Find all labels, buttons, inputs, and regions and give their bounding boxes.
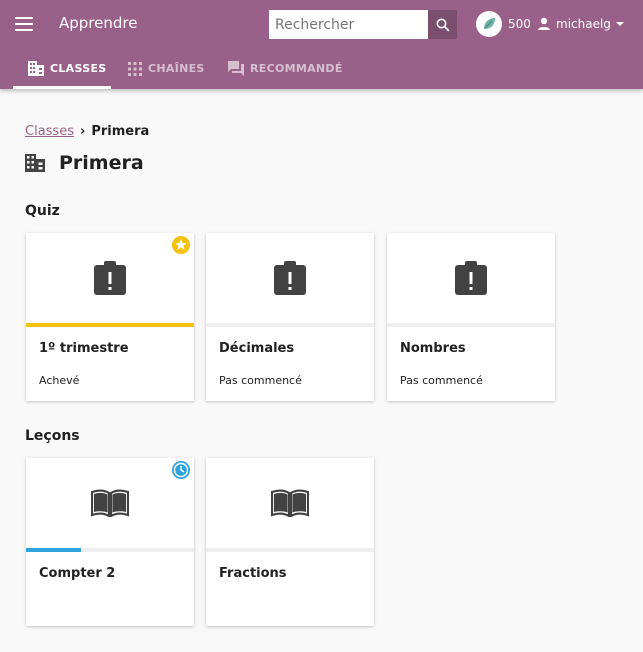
section-title-quiz: Quiz bbox=[25, 203, 60, 219]
points-badge[interactable] bbox=[476, 11, 502, 37]
tab-label: CHAÎNES bbox=[148, 62, 205, 75]
search-input[interactable] bbox=[269, 10, 428, 39]
menu-icon bbox=[15, 17, 33, 31]
building-icon bbox=[25, 154, 45, 172]
app-bar: Apprendre 500 michaelg CLASSES CHAÎNES R… bbox=[0, 0, 643, 89]
page-header: Primera bbox=[25, 152, 144, 174]
progress-bar bbox=[206, 323, 374, 327]
quiz-card[interactable]: 1º trimestre Achevé bbox=[26, 233, 194, 401]
card-thumbnail bbox=[387, 233, 555, 323]
page-title: Primera bbox=[59, 152, 144, 174]
breadcrumb-separator: › bbox=[79, 124, 86, 139]
quiz-icon bbox=[274, 261, 306, 295]
card-thumbnail bbox=[26, 458, 194, 548]
app-title: Apprendre bbox=[59, 14, 138, 32]
progress-fill bbox=[26, 323, 194, 327]
progress-bar bbox=[26, 323, 194, 327]
star-icon bbox=[172, 236, 190, 254]
card-title: 1º trimestre bbox=[39, 341, 129, 356]
search-icon bbox=[436, 18, 450, 32]
card-thumbnail bbox=[206, 233, 374, 323]
tab-label: CLASSES bbox=[50, 62, 107, 75]
card-title: Compter 2 bbox=[39, 566, 116, 581]
tab-channels[interactable]: CHAÎNES bbox=[128, 48, 205, 89]
lesson-card[interactable]: Fractions bbox=[206, 458, 374, 626]
points-value: 500 bbox=[508, 17, 531, 31]
section-title-lessons: Leçons bbox=[25, 428, 80, 444]
quiz-card[interactable]: Décimales Pas commencé bbox=[206, 233, 374, 401]
forum-icon bbox=[228, 61, 244, 76]
leaf-icon bbox=[484, 18, 495, 29]
search-button[interactable] bbox=[428, 10, 457, 39]
card-status: Pas commencé bbox=[400, 374, 483, 387]
tab-label: RECOMMANDÉ bbox=[250, 62, 343, 75]
menu-button[interactable] bbox=[12, 12, 36, 36]
user-name: michaelg bbox=[556, 17, 611, 31]
breadcrumb: Classes › Primera bbox=[25, 124, 149, 139]
card-status: Achevé bbox=[39, 374, 80, 387]
card-thumbnail bbox=[26, 233, 194, 323]
breadcrumb-classes-link[interactable]: Classes bbox=[25, 124, 74, 139]
book-icon bbox=[271, 489, 309, 517]
quiz-card[interactable]: Nombres Pas commencé bbox=[387, 233, 555, 401]
active-tab-indicator bbox=[13, 86, 111, 89]
progress-bar bbox=[206, 548, 374, 552]
user-menu[interactable]: michaelg bbox=[536, 13, 625, 35]
card-title: Nombres bbox=[400, 341, 466, 356]
progress-bar bbox=[387, 323, 555, 327]
tab-recommended[interactable]: RECOMMANDÉ bbox=[228, 48, 343, 89]
nav-tabs: CLASSES CHAÎNES RECOMMANDÉ bbox=[0, 48, 643, 89]
progress-fill bbox=[26, 548, 82, 552]
tab-classes[interactable]: CLASSES bbox=[13, 48, 111, 89]
quiz-icon bbox=[94, 261, 126, 295]
card-title: Décimales bbox=[219, 341, 295, 356]
card-status: Pas commencé bbox=[219, 374, 302, 387]
lesson-card[interactable]: Compter 2 bbox=[26, 458, 194, 626]
breadcrumb-current: Primera bbox=[91, 124, 150, 139]
person-icon bbox=[538, 17, 550, 30]
chevron-down-icon bbox=[615, 22, 624, 26]
card-title: Fractions bbox=[219, 566, 287, 581]
clock-icon bbox=[172, 461, 190, 479]
book-icon bbox=[91, 489, 129, 517]
grid-icon bbox=[128, 61, 142, 76]
card-thumbnail bbox=[206, 458, 374, 548]
progress-bar bbox=[26, 548, 194, 552]
quiz-icon bbox=[455, 261, 487, 295]
building-icon bbox=[28, 61, 44, 76]
